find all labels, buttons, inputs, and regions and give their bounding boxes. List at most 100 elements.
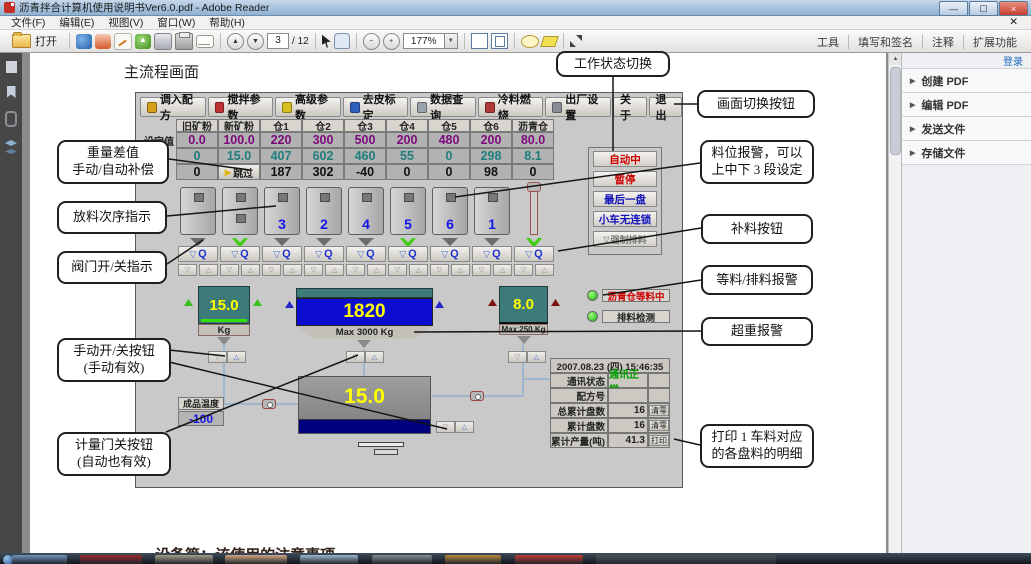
state-button-cart-no-interlock[interactable]: 小车无连锁 xyxy=(593,211,657,227)
discharge-q-button[interactable]: ▽Q xyxy=(262,246,302,262)
valve-open-button[interactable]: △ xyxy=(325,264,344,276)
hopper-close-button[interactable]: ▽ xyxy=(508,351,527,363)
panel-item-3[interactable]: ▶存储文件 xyxy=(902,140,1031,165)
hopper-open-button[interactable]: △ xyxy=(527,351,546,363)
hopper-close-button[interactable]: ▽ xyxy=(208,351,227,363)
menu-help[interactable]: 帮助(H) xyxy=(202,15,252,30)
discharge-q-button[interactable]: ▽Q xyxy=(304,246,344,262)
discharge-detect-label[interactable]: 排料检测 xyxy=(602,310,670,323)
discharge-q-button[interactable]: ▽Q xyxy=(472,246,512,262)
valve-close-button[interactable]: ▽ xyxy=(262,264,281,276)
maximize-button[interactable]: ▢ xyxy=(969,1,998,16)
mixer-door-open-button[interactable]: △ xyxy=(455,421,474,433)
sign-in-link[interactable]: 登录 xyxy=(1003,53,1023,68)
valve-close-button[interactable]: ▽ xyxy=(346,264,365,276)
share-icon[interactable] xyxy=(135,34,151,49)
layers-icon[interactable] xyxy=(5,140,17,146)
taskbar-app-button[interactable] xyxy=(80,555,142,564)
discharge-q-button[interactable]: ▽Q xyxy=(430,246,470,262)
print-button[interactable]: 打印 xyxy=(649,435,669,446)
zoom-in-button[interactable]: + xyxy=(383,33,400,50)
create-pdf-icon[interactable] xyxy=(95,34,111,49)
minimize-button[interactable]: — xyxy=(939,1,968,16)
menu-edit[interactable]: 编辑(E) xyxy=(52,15,101,30)
taskbar-app-button[interactable] xyxy=(372,555,432,564)
valve-open-button[interactable]: △ xyxy=(451,264,470,276)
hopper-open-button[interactable]: △ xyxy=(365,351,384,363)
valve-close-button[interactable]: ▽ xyxy=(514,264,533,276)
hmi-button-factory-settings[interactable]: 出厂设置 xyxy=(545,97,611,117)
valve-open-button[interactable]: △ xyxy=(535,264,554,276)
zoom-out-button[interactable]: − xyxy=(363,33,380,50)
hopper-close-button[interactable]: ▽ xyxy=(346,351,365,363)
fullscreen-icon[interactable] xyxy=(570,35,582,47)
valve-open-button[interactable]: △ xyxy=(283,264,302,276)
export-pdf-icon[interactable] xyxy=(76,34,92,49)
comment-bubble-icon[interactable] xyxy=(521,35,539,48)
select-tool-icon[interactable] xyxy=(322,35,331,48)
bitumen-waiting-label[interactable]: 沥青仓等料中 xyxy=(602,289,670,302)
valve-close-button[interactable]: ▽ xyxy=(472,264,491,276)
taskbar-app-button[interactable] xyxy=(155,555,213,564)
valve-close-button[interactable]: ▽ xyxy=(388,264,407,276)
mixer-door-close-button[interactable]: ▽ xyxy=(436,421,455,433)
hmi-button-advanced-params[interactable]: 高级参数 xyxy=(275,97,341,117)
clear-button[interactable]: 清零 xyxy=(649,405,669,416)
discharge-q-button[interactable]: ▽Q xyxy=(178,246,218,262)
menu-view[interactable]: 视图(V) xyxy=(101,15,150,30)
fit-page-icon[interactable] xyxy=(491,33,508,49)
page-number-input[interactable]: 3 xyxy=(267,33,289,49)
open-button[interactable]: 打开 xyxy=(6,31,63,51)
print-icon[interactable] xyxy=(175,33,193,50)
attachments-icon[interactable] xyxy=(5,111,17,127)
hand-tool-icon[interactable] xyxy=(334,33,350,49)
hmi-button-exit[interactable]: 退出 xyxy=(649,97,683,117)
hmi-button-cold-feed-burner[interactable]: 冷料燃烧 xyxy=(478,97,544,117)
toolbar-item-0[interactable]: 工具 xyxy=(808,34,848,50)
hmi-button-data-query[interactable]: 数据查询 xyxy=(410,97,476,117)
valve-close-button[interactable]: ▽ xyxy=(304,264,323,276)
clear-button[interactable]: 清零 xyxy=(649,420,669,431)
sign-icon[interactable] xyxy=(114,33,132,50)
menu-window[interactable]: 窗口(W) xyxy=(150,15,202,30)
panel-item-2[interactable]: ▶发送文件 xyxy=(902,116,1031,140)
toolbar-item-2[interactable]: 注释 xyxy=(923,34,963,50)
toolbar-item-1[interactable]: 填写和签名 xyxy=(849,34,922,50)
state-button-last-batch[interactable]: 最后一盘 xyxy=(593,191,657,207)
save-icon[interactable] xyxy=(154,33,172,50)
zoom-level-input[interactable]: 177% xyxy=(403,33,445,49)
hmi-button-mix-params[interactable]: 搅拌参数 xyxy=(208,97,274,117)
discharge-q-button[interactable]: ▽Q xyxy=(220,246,260,262)
highlight-icon[interactable] xyxy=(540,36,559,47)
valve-close-button[interactable]: ▽ xyxy=(430,264,449,276)
panel-item-0[interactable]: ▶创建 PDF xyxy=(902,68,1031,92)
panel-item-1[interactable]: ▶编辑 PDF xyxy=(902,92,1031,116)
state-button-pause[interactable]: 暂停 xyxy=(593,171,657,187)
zoom-dropdown-icon[interactable]: ▼ xyxy=(445,33,458,49)
taskbar-app-button[interactable] xyxy=(596,555,776,564)
bookmarks-icon[interactable] xyxy=(7,86,16,98)
state-button-force-discharge[interactable]: 强制排料 xyxy=(593,231,657,247)
skip-button[interactable]: ▶跳过 xyxy=(218,164,260,180)
windows-taskbar[interactable] xyxy=(0,553,1031,564)
discharge-q-button[interactable]: ▽Q xyxy=(388,246,428,262)
previous-page-button[interactable]: ▲ xyxy=(227,33,244,50)
hmi-button-load-recipe[interactable]: 调入配方 xyxy=(140,97,206,117)
valve-open-button[interactable]: △ xyxy=(199,264,218,276)
valve-open-button[interactable]: △ xyxy=(493,264,512,276)
hmi-button-about[interactable]: 关于 xyxy=(613,97,647,117)
taskbar-app-button[interactable] xyxy=(515,555,583,564)
valve-open-button[interactable]: △ xyxy=(241,264,260,276)
email-icon[interactable] xyxy=(196,35,214,48)
state-button-auto-running[interactable]: 自动中 xyxy=(593,151,657,167)
toolbar-item-3[interactable]: 扩展功能 xyxy=(964,34,1026,50)
valve-open-button[interactable]: △ xyxy=(409,264,428,276)
page-thumbnails-icon[interactable] xyxy=(6,61,17,73)
vertical-scrollbar[interactable]: ▲ xyxy=(888,53,901,553)
close-toolbar-icon[interactable]: ✕ xyxy=(1002,16,1025,28)
taskbar-app-button[interactable] xyxy=(12,555,67,564)
taskbar-app-button[interactable] xyxy=(445,555,501,564)
valve-close-button[interactable]: ▽ xyxy=(220,264,239,276)
discharge-q-button[interactable]: ▽Q xyxy=(346,246,386,262)
discharge-q-button[interactable]: ▽Q xyxy=(514,246,554,262)
